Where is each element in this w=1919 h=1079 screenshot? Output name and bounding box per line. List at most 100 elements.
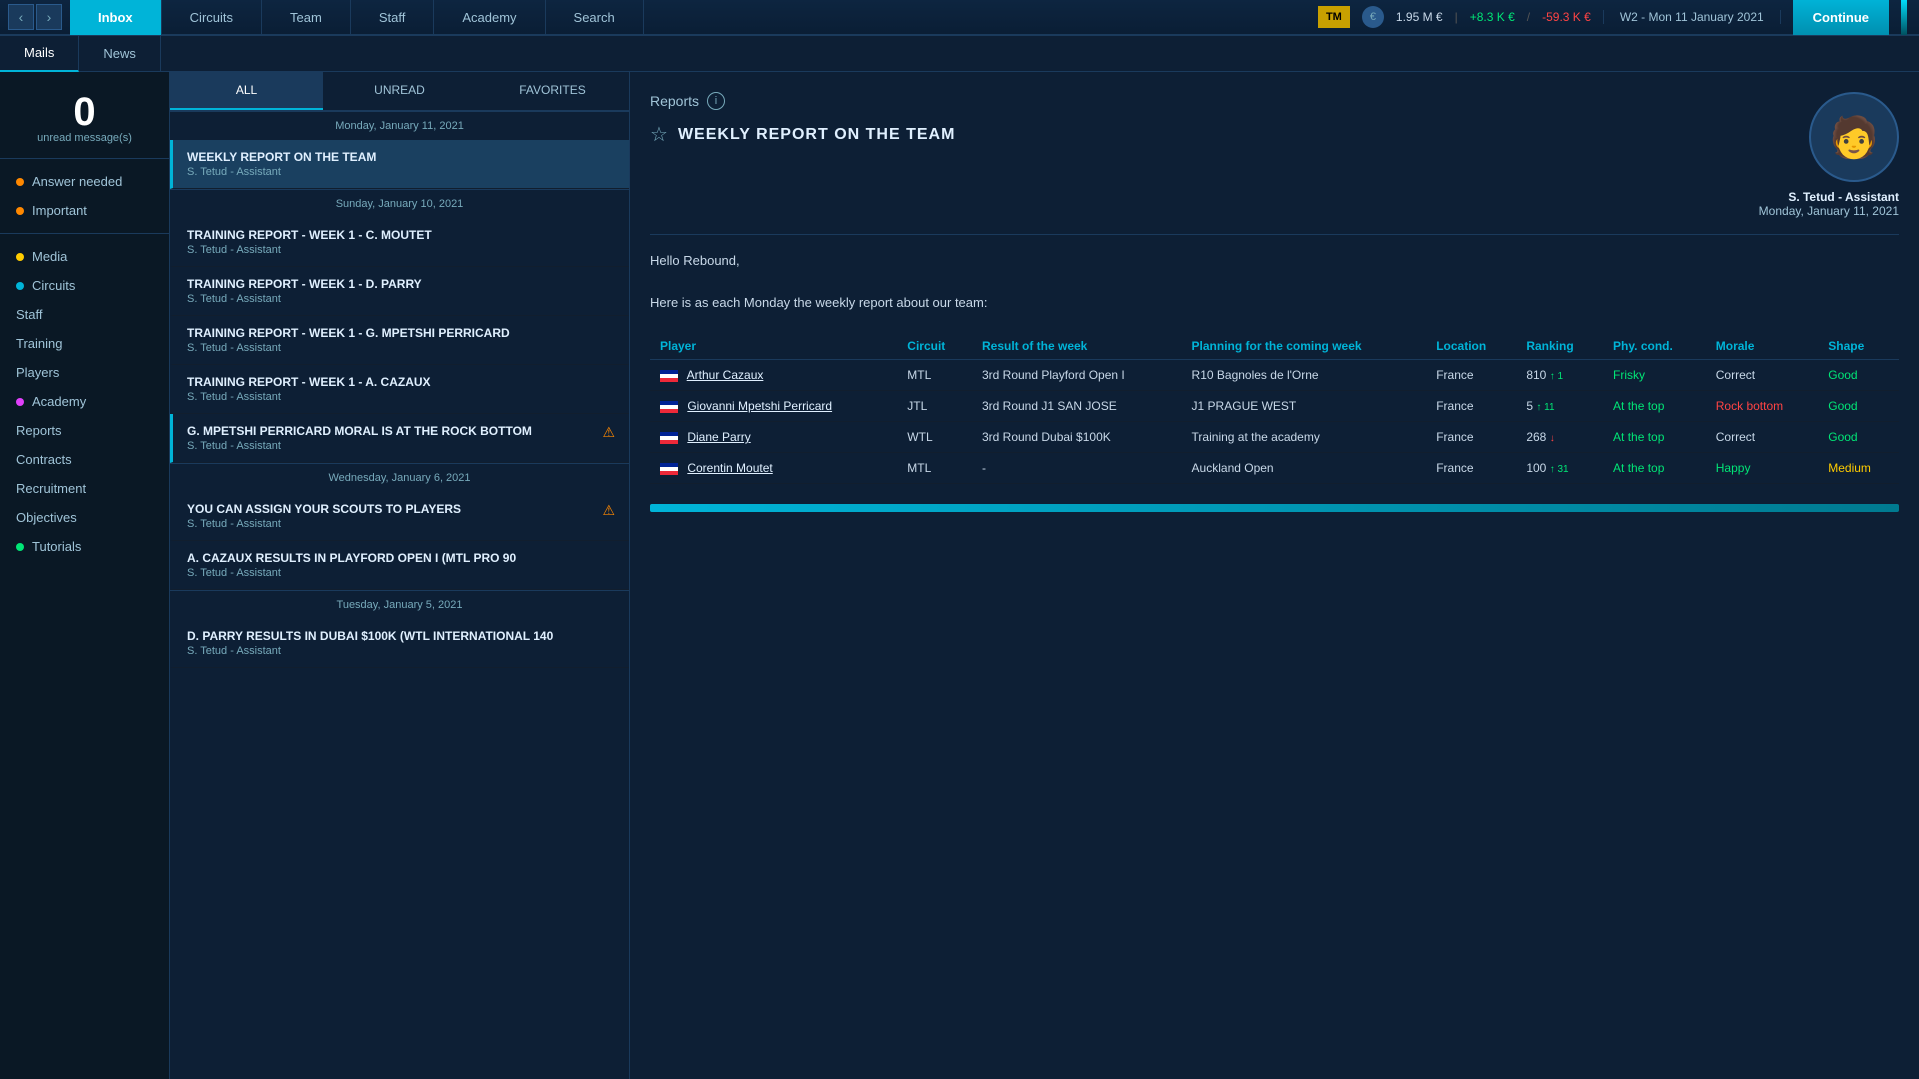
td-phy: At the top — [1603, 453, 1706, 484]
nav-staff[interactable]: Staff — [351, 0, 435, 35]
nav-search[interactable]: Search — [546, 0, 644, 35]
nav-back[interactable]: ‹ — [8, 4, 34, 30]
msg-title: YOU CAN ASSIGN YOUR SCOUTS TO PLAYERS — [187, 502, 615, 516]
message-item-scouts[interactable]: ⚠ YOU CAN ASSIGN YOUR SCOUTS TO PLAYERS … — [170, 492, 629, 541]
msg-sender: S. Tetud - Assistant — [187, 391, 615, 403]
finance-neg: -59.3 K € — [1542, 10, 1591, 24]
sidebar-item-tutorials[interactable]: Tutorials — [0, 532, 169, 561]
date-separator-2: Sunday, January 10, 2021 — [170, 189, 629, 218]
sidebar-item-answer-needed[interactable]: Answer needed — [0, 167, 169, 196]
message-tabs: ALL UNREAD FAVORITES — [170, 72, 629, 111]
nav-inbox[interactable]: Inbox — [70, 0, 162, 35]
sidebar-item-recruitment[interactable]: Recruitment — [0, 474, 169, 503]
message-item-training-cazaux[interactable]: TRAINING REPORT - WEEK 1 - A. CAZAUX S. … — [170, 365, 629, 414]
sidebar-item-players[interactable]: Players — [0, 358, 169, 387]
td-shape: Medium — [1818, 453, 1899, 484]
nav-circuits[interactable]: Circuits — [162, 0, 262, 35]
td-ranking: 100 ↑ 31 — [1516, 453, 1603, 484]
sidebar-item-important[interactable]: Important — [0, 196, 169, 225]
sidebar-label-important: Important — [32, 203, 87, 218]
th-result: Result of the week — [972, 333, 1182, 360]
table-row: Corentin Moutet MTL - Auckland Open Fran… — [650, 453, 1899, 484]
th-circuit: Circuit — [897, 333, 972, 360]
nav-academy[interactable]: Academy — [434, 0, 545, 35]
table-row: Arthur Cazaux MTL 3rd Round Playford Ope… — [650, 360, 1899, 391]
sidebar-item-circuits[interactable]: Circuits — [0, 271, 169, 300]
td-player[interactable]: Arthur Cazaux — [650, 360, 897, 391]
msg-tab-favorites[interactable]: FAVORITES — [476, 72, 629, 110]
sidebar-item-objectives[interactable]: Objectives — [0, 503, 169, 532]
report-info-icon[interactable]: i — [707, 92, 725, 110]
report-body-text: Here is as each Monday the weekly report… — [650, 293, 1899, 314]
msg-title: G. MPETSHI PERRICARD MORAL IS AT THE ROC… — [187, 424, 615, 438]
msg-sender: S. Tetud - Assistant — [187, 293, 615, 305]
message-item-weekly-report[interactable]: WEEKLY REPORT ON THE TEAM S. Tetud - Ass… — [170, 140, 629, 189]
td-location: France — [1426, 360, 1516, 391]
sidebar-label-objectives: Objectives — [16, 510, 77, 525]
nav-team[interactable]: Team — [262, 0, 351, 35]
msg-title: A. CAZAUX RESULTS IN PLAYFORD OPEN I (MT… — [187, 551, 615, 565]
report-label-text: Reports — [650, 93, 699, 109]
sidebar-label-tutorials: Tutorials — [32, 539, 81, 554]
sidebar-item-reports[interactable]: Reports — [0, 416, 169, 445]
unread-label: unread message(s) — [0, 132, 169, 144]
td-morale: Happy — [1706, 453, 1818, 484]
main-layout: 0 unread message(s) Answer needed Import… — [0, 72, 1919, 1079]
message-item-training-moutet[interactable]: TRAINING REPORT - WEEK 1 - C. MOUTET S. … — [170, 218, 629, 267]
message-area: ALL UNREAD FAVORITES Monday, January 11,… — [170, 72, 630, 1079]
message-item-training-parry[interactable]: TRAINING REPORT - WEEK 1 - D. PARRY S. T… — [170, 267, 629, 316]
td-player[interactable]: Giovanni Mpetshi Perricard — [650, 391, 897, 422]
nav-forward[interactable]: › — [36, 4, 62, 30]
dot-pink-icon — [16, 398, 24, 406]
alert-icon-2: ⚠ — [602, 502, 615, 519]
td-circuit: MTL — [897, 453, 972, 484]
msg-title: TRAINING REPORT - WEEK 1 - C. MOUTET — [187, 228, 615, 242]
sidebar-item-staff[interactable]: Staff — [0, 300, 169, 329]
message-item-training-mpetshi[interactable]: TRAINING REPORT - WEEK 1 - G. MPETSHI PE… — [170, 316, 629, 365]
td-phy: At the top — [1603, 391, 1706, 422]
tab-news[interactable]: News — [79, 36, 161, 72]
msg-sender: S. Tetud - Assistant — [187, 440, 615, 452]
date-separator-4: Tuesday, January 5, 2021 — [170, 590, 629, 619]
msg-tab-unread[interactable]: UNREAD — [323, 72, 476, 110]
continue-button[interactable]: Continue — [1793, 0, 1889, 35]
th-ranking: Ranking — [1516, 333, 1603, 360]
message-item-cazaux-results[interactable]: A. CAZAUX RESULTS IN PLAYFORD OPEN I (MT… — [170, 541, 629, 590]
sidebar-item-contracts[interactable]: Contracts — [0, 445, 169, 474]
sidebar-item-media[interactable]: Media — [0, 242, 169, 271]
td-morale: Correct — [1706, 422, 1818, 453]
dot-orange-icon — [16, 178, 24, 186]
sidebar-item-academy[interactable]: Academy — [0, 387, 169, 416]
avatar: 🧑 — [1809, 92, 1899, 182]
sidebar-label-contracts: Contracts — [16, 452, 72, 467]
sidebar-item-training[interactable]: Training — [0, 329, 169, 358]
top-nav: ‹ › Inbox Circuits Team Staff Academy Se… — [0, 0, 1919, 36]
sidebar-label-media: Media — [32, 249, 67, 264]
message-item-parry-results[interactable]: D. PARRY RESULTS IN DUBAI $100K (WTL INT… — [170, 619, 629, 668]
currency-icon: € — [1362, 6, 1384, 28]
msg-sender: S. Tetud - Assistant — [187, 166, 615, 178]
msg-tab-all[interactable]: ALL — [170, 72, 323, 110]
tabs-bar: Mails News — [0, 36, 1919, 72]
msg-title: D. PARRY RESULTS IN DUBAI $100K (WTL INT… — [187, 629, 615, 643]
td-phy: Frisky — [1603, 360, 1706, 391]
star-icon: ☆ — [650, 122, 668, 147]
unread-count-section: 0 unread message(s) — [0, 80, 169, 150]
th-shape: Shape — [1818, 333, 1899, 360]
date-separator-1: Monday, January 11, 2021 — [170, 111, 629, 140]
td-planning: Training at the academy — [1182, 422, 1427, 453]
report-header: Reports i ☆ WEEKLY REPORT ON THE TEAM 🧑 … — [650, 92, 1899, 218]
message-item-moral-rock-bottom[interactable]: ⚠ G. MPETSHI PERRICARD MORAL IS AT THE R… — [170, 414, 629, 463]
td-player[interactable]: Corentin Moutet — [650, 453, 897, 484]
msg-title: TRAINING REPORT - WEEK 1 - D. PARRY — [187, 277, 615, 291]
report-divider — [650, 234, 1899, 235]
td-shape: Good — [1818, 360, 1899, 391]
td-ranking: 810 ↑ 1 — [1516, 360, 1603, 391]
bottom-bar — [650, 504, 1899, 512]
table-row: Diane Parry WTL 3rd Round Dubai $100K Tr… — [650, 422, 1899, 453]
tab-mails[interactable]: Mails — [0, 36, 79, 72]
td-player[interactable]: Diane Parry — [650, 422, 897, 453]
td-circuit: MTL — [897, 360, 972, 391]
td-planning: R10 Bagnoles de l'Orne — [1182, 360, 1427, 391]
report-panel: Reports i ☆ WEEKLY REPORT ON THE TEAM 🧑 … — [630, 72, 1919, 1079]
